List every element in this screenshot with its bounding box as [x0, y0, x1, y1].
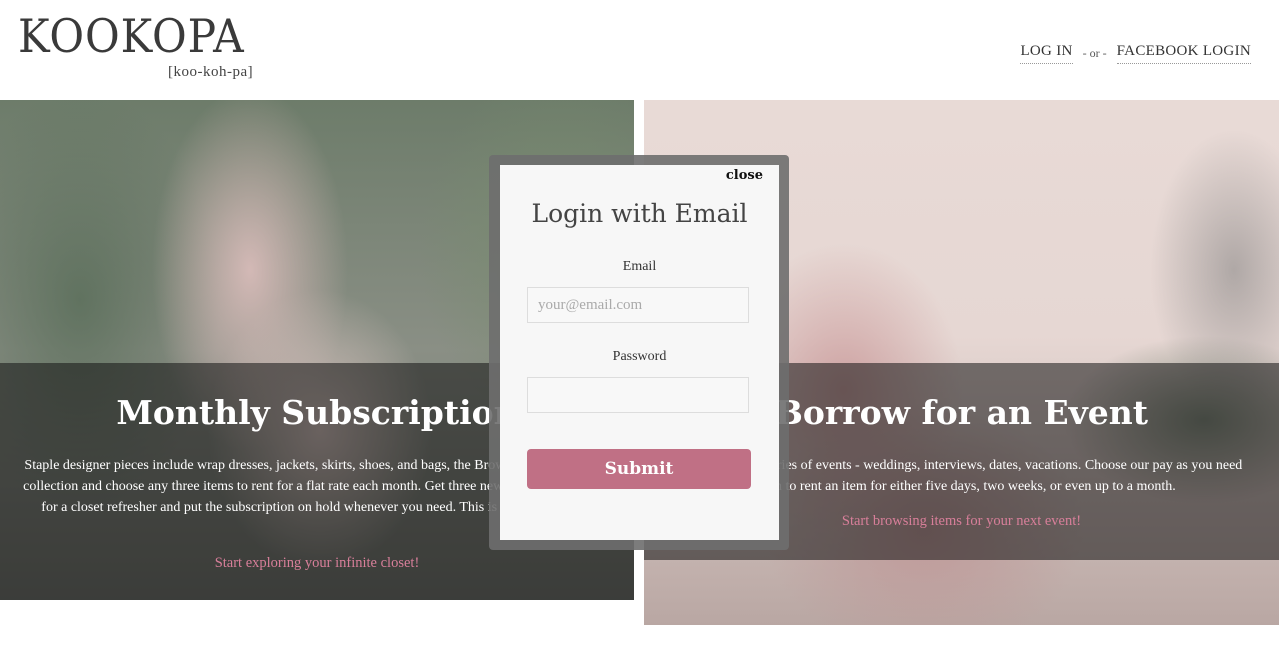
nav-separator: - or -	[1082, 46, 1107, 60]
email-label: Email	[622, 259, 657, 274]
subscription-link[interactable]: Start exploring your infinite closet!	[0, 555, 634, 572]
password-label: Password	[612, 349, 667, 364]
modal-title: Login with Email	[531, 199, 748, 228]
close-button[interactable]: close	[726, 168, 763, 183]
password-field[interactable]	[527, 377, 749, 413]
top-nav: LOG IN - or - FACEBOOK LOGIN	[1020, 43, 1251, 64]
logo[interactable]: KOOKOPA [koo-koh-pa]	[18, 9, 264, 80]
logo-pronunciation: [koo-koh-pa]	[168, 64, 254, 80]
submit-button[interactable]: Submit	[527, 449, 751, 489]
site-header: KOOKOPA [koo-koh-pa] LOG IN - or - FACEB…	[0, 0, 1279, 100]
login-modal: close Login with Email Email Password Su…	[500, 165, 779, 540]
login-link[interactable]: LOG IN	[1020, 43, 1073, 64]
facebook-login-link[interactable]: FACEBOOK LOGIN	[1116, 43, 1251, 64]
logo-wordmark: KOOKOPA	[18, 9, 245, 63]
email-field[interactable]	[527, 287, 749, 323]
